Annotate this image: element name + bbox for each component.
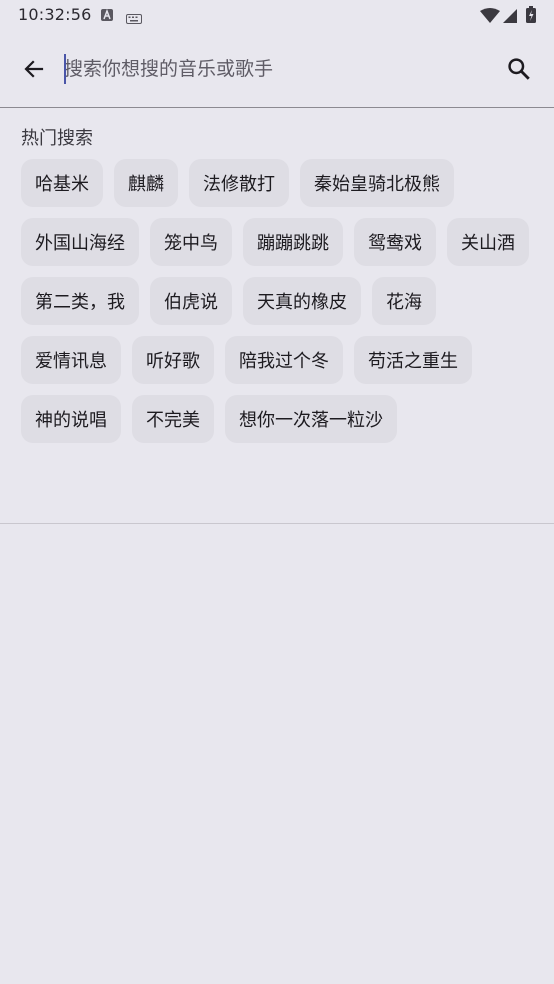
hot-search-chip[interactable]: 苟活之重生 xyxy=(354,336,472,384)
hot-search-chip[interactable]: 外国山海经 xyxy=(21,218,139,266)
hot-search-chip[interactable]: 法修散打 xyxy=(189,159,289,207)
hot-search-chip[interactable]: 关山酒 xyxy=(447,218,529,266)
search-button[interactable] xyxy=(498,49,540,89)
hot-search-chip[interactable]: 第二类，我 xyxy=(21,277,139,325)
hot-search-chip[interactable]: 秦始皇骑北极熊 xyxy=(300,159,454,207)
hot-search-chip-list: 哈基米 麒麟 法修散打 秦始皇骑北极熊 外国山海经 笼中鸟 蹦蹦跳跳 鸳鸯戏 关… xyxy=(21,159,541,443)
hot-search-chip[interactable]: 花海 xyxy=(372,277,436,325)
hot-search-chip[interactable]: 天真的橡皮 xyxy=(243,277,361,325)
hot-search-chip[interactable]: 不完美 xyxy=(132,395,214,443)
status-bar: 10:32:56 xyxy=(0,0,554,30)
search-icon xyxy=(508,58,530,80)
hot-search-chip[interactable]: 神的说唱 xyxy=(21,395,121,443)
a-notification-icon xyxy=(100,7,114,26)
signal-icon xyxy=(503,8,517,27)
hot-search-chip[interactable]: 爱情讯息 xyxy=(21,336,121,384)
arrow-left-icon xyxy=(24,60,44,78)
hot-search-chip[interactable]: 蹦蹦跳跳 xyxy=(243,218,343,266)
hot-search-section: 热门搜索 哈基米 麒麟 法修散打 秦始皇骑北极熊 外国山海经 笼中鸟 蹦蹦跳跳 … xyxy=(0,108,554,524)
hot-search-chip[interactable]: 想你一次落一粒沙 xyxy=(225,395,397,443)
hot-search-chip[interactable]: 鸳鸯戏 xyxy=(354,218,436,266)
back-button[interactable] xyxy=(14,49,54,89)
hot-search-chip[interactable]: 听好歌 xyxy=(132,336,214,384)
hot-search-chip[interactable]: 哈基米 xyxy=(21,159,103,207)
search-input[interactable] xyxy=(64,52,484,86)
hot-search-chip[interactable]: 麒麟 xyxy=(114,159,178,207)
hot-search-title: 热门搜索 xyxy=(21,128,93,149)
keyboard-icon xyxy=(126,9,142,28)
hot-search-chip[interactable]: 笼中鸟 xyxy=(150,218,232,266)
text-caret xyxy=(64,54,66,84)
search-toolbar xyxy=(0,30,554,108)
hot-search-chip[interactable]: 伯虎说 xyxy=(150,277,232,325)
wifi-icon xyxy=(480,8,500,27)
battery-icon xyxy=(526,6,536,27)
hot-search-chip[interactable]: 陪我过个冬 xyxy=(225,336,343,384)
status-time: 10:32:56 xyxy=(18,5,92,24)
